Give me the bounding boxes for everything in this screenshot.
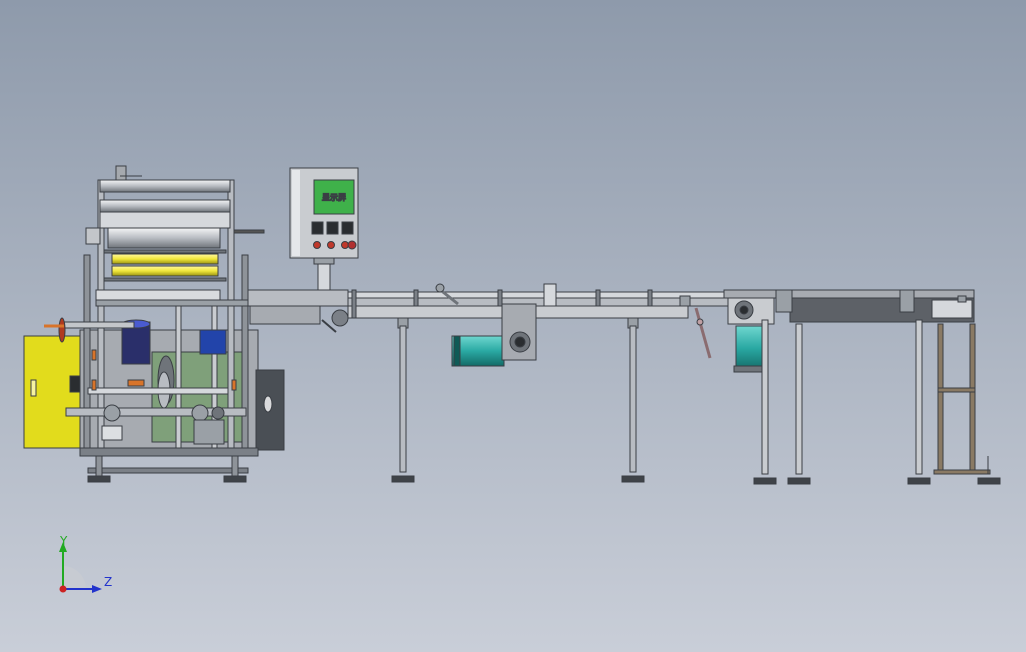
panel-button-2[interactable] xyxy=(327,241,335,249)
digital-display-2 xyxy=(326,221,339,235)
support-leg xyxy=(399,325,407,473)
handwheel[interactable] xyxy=(58,317,66,343)
y-axis-label: Y xyxy=(59,534,68,548)
conveyor-rail xyxy=(347,297,733,307)
origin-dot xyxy=(59,585,67,593)
support-leg xyxy=(629,325,637,473)
machine-drawing[interactable]: 显示屏 Y Z xyxy=(0,0,1026,652)
digital-display-1 xyxy=(311,221,324,235)
hmi-screen-label: 显示屏 xyxy=(322,193,346,202)
door-handle xyxy=(30,379,37,397)
yellow-roller xyxy=(111,253,219,265)
panel-button-3[interactable] xyxy=(341,241,349,249)
z-axis-label: Z xyxy=(104,575,112,589)
panel-dial[interactable] xyxy=(347,240,357,250)
cad-viewport[interactable]: 显示屏 Y Z xyxy=(0,0,1026,652)
digital-display-3 xyxy=(341,221,354,235)
panel-button-1[interactable] xyxy=(313,241,321,249)
